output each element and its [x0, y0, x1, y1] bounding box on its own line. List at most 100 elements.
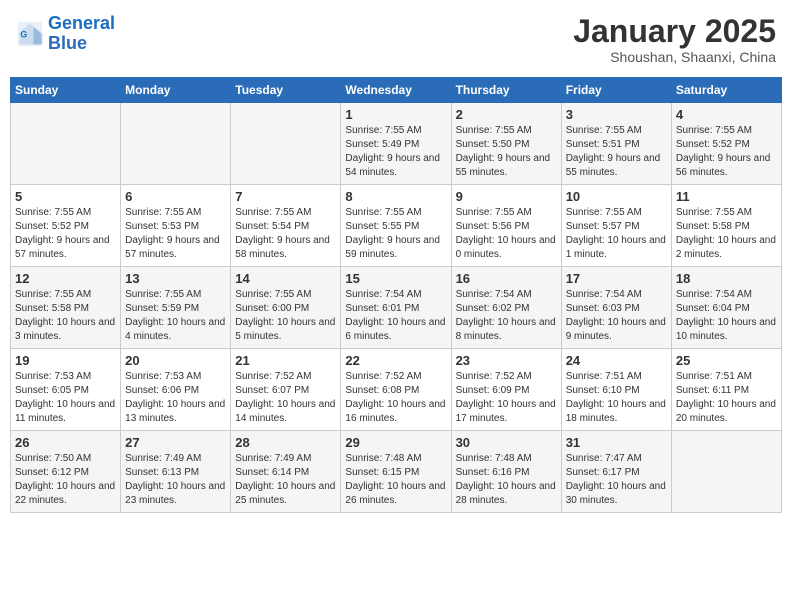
day-number: 17 [566, 271, 667, 286]
calendar-cell: 9 Sunrise: 7:55 AMSunset: 5:56 PMDaylight… [451, 185, 561, 267]
day-info: Sunrise: 7:55 AMSunset: 5:57 PMDaylight:… [566, 206, 667, 262]
weekday-header-monday: Monday [121, 78, 231, 103]
calendar-cell [231, 103, 341, 185]
day-number: 15 [345, 271, 446, 286]
calendar-cell: 14 Sunrise: 7:55 AMSunset: 6:00 PMDayligh… [231, 267, 341, 349]
calendar-cell: 25 Sunrise: 7:51 AMSunset: 6:11 PMDayligh… [671, 349, 781, 431]
calendar-week-row: 19Sunrise: 7:53 AMSunset: 6:05 PMDayligh… [11, 349, 782, 431]
day-info: Sunrise: 7:51 AMSunset: 6:10 PMDaylight:… [566, 370, 667, 426]
day-info: Sunrise: 7:55 AMSunset: 6:00 PMDaylight:… [235, 288, 336, 344]
day-info: Sunrise: 7:51 AMSunset: 6:11 PMDaylight:… [676, 370, 777, 426]
calendar-cell: 15 Sunrise: 7:54 AMSunset: 6:01 PMDayligh… [341, 267, 451, 349]
day-number: 7 [235, 189, 336, 204]
calendar-cell [11, 103, 121, 185]
day-number: 3 [566, 107, 667, 122]
day-number: 19 [15, 353, 116, 368]
day-number: 30 [456, 435, 557, 450]
day-number: 8 [345, 189, 446, 204]
calendar-cell [671, 431, 781, 513]
day-info: Sunrise: 7:52 AMSunset: 6:08 PMDaylight:… [345, 370, 446, 426]
title-area: January 2025 Shoushan, Shaanxi, China [573, 14, 776, 65]
day-info: Sunrise: 7:54 AMSunset: 6:01 PMDaylight:… [345, 288, 446, 344]
day-info: Sunrise: 7:50 AMSunset: 6:12 PMDaylight:… [15, 452, 116, 508]
day-info: Sunrise: 7:55 AMSunset: 5:58 PMDaylight:… [676, 206, 777, 262]
day-info: Sunrise: 7:55 AMSunset: 5:52 PMDaylight:… [676, 124, 777, 180]
logo-icon: G [16, 20, 44, 48]
day-number: 1 [345, 107, 446, 122]
calendar-cell: 11 Sunrise: 7:55 AMSunset: 5:58 PMDayligh… [671, 185, 781, 267]
day-number: 27 [125, 435, 226, 450]
calendar-cell: 4 Sunrise: 7:55 AMSunset: 5:52 PMDaylight… [671, 103, 781, 185]
day-info: Sunrise: 7:55 AMSunset: 5:52 PMDaylight:… [15, 206, 116, 262]
calendar-cell: 12 Sunrise: 7:55 AMSunset: 5:58 PMDayligh… [11, 267, 121, 349]
weekday-header-friday: Friday [561, 78, 671, 103]
calendar-cell: 30 Sunrise: 7:48 AMSunset: 6:16 PMDayligh… [451, 431, 561, 513]
day-info: Sunrise: 7:55 AMSunset: 5:54 PMDaylight:… [235, 206, 336, 262]
calendar-cell: 19Sunrise: 7:53 AMSunset: 6:05 PMDayligh… [11, 349, 121, 431]
day-number: 14 [235, 271, 336, 286]
calendar-cell: 7 Sunrise: 7:55 AMSunset: 5:54 PMDaylight… [231, 185, 341, 267]
weekday-header-saturday: Saturday [671, 78, 781, 103]
calendar-cell: 26 Sunrise: 7:50 AMSunset: 6:12 PMDayligh… [11, 431, 121, 513]
weekday-header-sunday: Sunday [11, 78, 121, 103]
calendar-table: SundayMondayTuesdayWednesdayThursdayFrid… [10, 77, 782, 513]
day-info: Sunrise: 7:49 AMSunset: 6:14 PMDaylight:… [235, 452, 336, 508]
day-number: 31 [566, 435, 667, 450]
day-number: 11 [676, 189, 777, 204]
calendar-cell [121, 103, 231, 185]
calendar-cell: 20Sunrise: 7:53 AMSunset: 6:06 PMDayligh… [121, 349, 231, 431]
weekday-header-thursday: Thursday [451, 78, 561, 103]
day-number: 22 [345, 353, 446, 368]
day-info: Sunrise: 7:55 AMSunset: 5:58 PMDaylight:… [15, 288, 116, 344]
calendar-cell: 6 Sunrise: 7:55 AMSunset: 5:53 PMDaylight… [121, 185, 231, 267]
logo-text: General Blue [48, 14, 115, 54]
day-number: 18 [676, 271, 777, 286]
day-info: Sunrise: 7:54 AMSunset: 6:02 PMDaylight:… [456, 288, 557, 344]
calendar-cell: 3 Sunrise: 7:55 AMSunset: 5:51 PMDaylight… [561, 103, 671, 185]
day-number: 9 [456, 189, 557, 204]
calendar-cell: 13 Sunrise: 7:55 AMSunset: 5:59 PMDayligh… [121, 267, 231, 349]
day-number: 6 [125, 189, 226, 204]
day-info: Sunrise: 7:55 AMSunset: 5:49 PMDaylight:… [345, 124, 446, 180]
calendar-cell: 5 Sunrise: 7:55 AMSunset: 5:52 PMDaylight… [11, 185, 121, 267]
day-info: Sunrise: 7:53 AMSunset: 6:06 PMDaylight:… [125, 370, 226, 426]
day-info: Sunrise: 7:55 AMSunset: 5:53 PMDaylight:… [125, 206, 226, 262]
day-info: Sunrise: 7:52 AMSunset: 6:07 PMDaylight:… [235, 370, 336, 426]
weekday-header-tuesday: Tuesday [231, 78, 341, 103]
day-number: 29 [345, 435, 446, 450]
calendar-cell: 29Sunrise: 7:48 AMSunset: 6:15 PMDayligh… [341, 431, 451, 513]
calendar-cell: 21Sunrise: 7:52 AMSunset: 6:07 PMDayligh… [231, 349, 341, 431]
calendar-week-row: 26 Sunrise: 7:50 AMSunset: 6:12 PMDayligh… [11, 431, 782, 513]
calendar-cell: 18 Sunrise: 7:54 AMSunset: 6:04 PMDayligh… [671, 267, 781, 349]
day-number: 16 [456, 271, 557, 286]
calendar-week-row: 12 Sunrise: 7:55 AMSunset: 5:58 PMDayligh… [11, 267, 782, 349]
day-number: 26 [15, 435, 116, 450]
day-number: 24 [566, 353, 667, 368]
calendar-cell: 17Sunrise: 7:54 AMSunset: 6:03 PMDayligh… [561, 267, 671, 349]
day-info: Sunrise: 7:47 AMSunset: 6:17 PMDaylight:… [566, 452, 667, 508]
day-info: Sunrise: 7:55 AMSunset: 5:59 PMDaylight:… [125, 288, 226, 344]
svg-text:G: G [20, 29, 27, 39]
day-number: 10 [566, 189, 667, 204]
day-number: 13 [125, 271, 226, 286]
day-number: 5 [15, 189, 116, 204]
calendar-cell: 28Sunrise: 7:49 AMSunset: 6:14 PMDayligh… [231, 431, 341, 513]
day-info: Sunrise: 7:55 AMSunset: 5:56 PMDaylight:… [456, 206, 557, 262]
day-number: 4 [676, 107, 777, 122]
day-number: 23 [456, 353, 557, 368]
day-info: Sunrise: 7:48 AMSunset: 6:16 PMDaylight:… [456, 452, 557, 508]
day-info: Sunrise: 7:54 AMSunset: 6:04 PMDaylight:… [676, 288, 777, 344]
month-title: January 2025 [573, 14, 776, 49]
logo-line1: General [48, 13, 115, 33]
day-info: Sunrise: 7:52 AMSunset: 6:09 PMDaylight:… [456, 370, 557, 426]
calendar-week-row: 1 Sunrise: 7:55 AMSunset: 5:49 PMDaylight… [11, 103, 782, 185]
logo: G General Blue [16, 14, 115, 54]
day-number: 12 [15, 271, 116, 286]
weekday-header-wednesday: Wednesday [341, 78, 451, 103]
day-info: Sunrise: 7:55 AMSunset: 5:51 PMDaylight:… [566, 124, 667, 180]
calendar-cell: 24 Sunrise: 7:51 AMSunset: 6:10 PMDayligh… [561, 349, 671, 431]
location: Shoushan, Shaanxi, China [573, 49, 776, 65]
weekday-header-row: SundayMondayTuesdayWednesdayThursdayFrid… [11, 78, 782, 103]
day-info: Sunrise: 7:49 AMSunset: 6:13 PMDaylight:… [125, 452, 226, 508]
day-number: 25 [676, 353, 777, 368]
